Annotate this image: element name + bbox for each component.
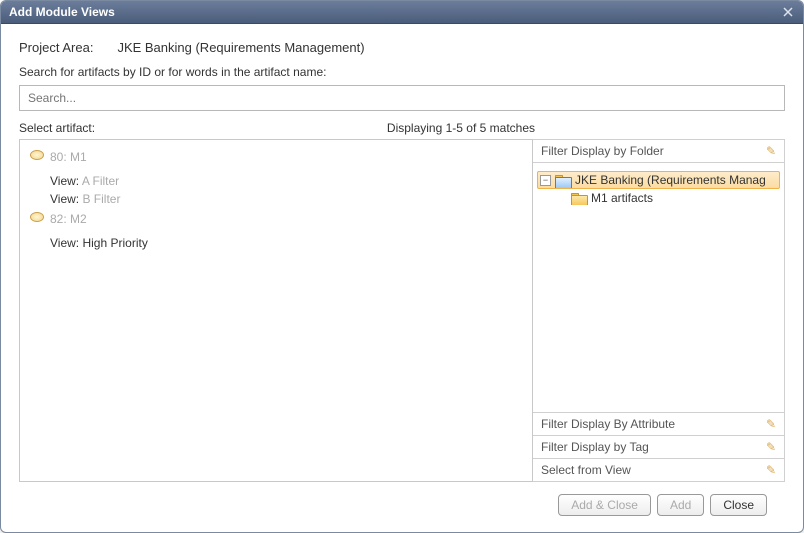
dialog-content: Project Area: JKE Banking (Requirements … — [1, 24, 803, 532]
select-from-view-header[interactable]: Select from View ✎ — [533, 459, 785, 482]
filter-by-folder-header[interactable]: Filter Display by Folder ✎ — [533, 139, 785, 163]
module-icon — [30, 212, 44, 222]
search-label: Search for artifacts by ID or for words … — [19, 65, 785, 79]
pencil-icon[interactable]: ✎ — [766, 463, 776, 477]
tree-node-label: JKE Banking (Requirements Manag — [575, 173, 766, 187]
filter-by-folder-label: Filter Display by Folder — [541, 144, 664, 158]
filter-panel: Filter Display by Folder ✎ − JKE Banking… — [533, 139, 785, 482]
add-button[interactable]: Add — [657, 494, 704, 516]
collapse-icon[interactable]: − — [540, 175, 551, 186]
add-and-close-button[interactable]: Add & Close — [558, 494, 651, 516]
pencil-icon[interactable]: ✎ — [766, 417, 776, 431]
list-header: Select artifact: Displaying 1-5 of 5 mat… — [19, 121, 785, 135]
displaying-label: Displaying 1-5 of 5 matches — [387, 121, 535, 135]
view-item[interactable]: View: A Filter — [50, 172, 528, 190]
folder-tree: − JKE Banking (Requirements Manag M1 art… — [533, 163, 785, 413]
artifact-id: 80: M1 — [50, 148, 87, 166]
dialog-title: Add Module Views — [9, 5, 115, 19]
pencil-icon[interactable]: ✎ — [766, 440, 776, 454]
search-input[interactable] — [19, 85, 785, 111]
button-bar: Add & Close Add Close — [19, 482, 785, 528]
titlebar: Add Module Views — [1, 1, 803, 24]
project-area-value: JKE Banking (Requirements Management) — [117, 40, 364, 55]
view-name: High Priority — [82, 236, 147, 250]
artifact-list[interactable]: 80: M1 View: A Filter View: B Filter 82:… — [19, 139, 533, 482]
artifact-item[interactable]: 82: M2 — [30, 210, 528, 228]
folder-icon — [571, 192, 587, 205]
filter-by-attribute-header[interactable]: Filter Display By Attribute ✎ — [533, 413, 785, 436]
tree-node-child[interactable]: M1 artifacts — [571, 191, 780, 205]
tree-node-label: M1 artifacts — [591, 191, 653, 205]
project-area-row: Project Area: JKE Banking (Requirements … — [19, 40, 785, 55]
filter-by-attribute-label: Filter Display By Attribute — [541, 417, 675, 431]
select-from-view-label: Select from View — [541, 463, 631, 477]
filter-by-tag-label: Filter Display by Tag — [541, 440, 649, 454]
pencil-icon[interactable]: ✎ — [766, 144, 776, 158]
tree-node-root[interactable]: − JKE Banking (Requirements Manag — [537, 171, 780, 189]
filter-by-tag-header[interactable]: Filter Display by Tag ✎ — [533, 436, 785, 459]
view-item[interactable]: View: High Priority — [50, 234, 528, 252]
close-button[interactable]: Close — [710, 494, 767, 516]
view-label: View: — [50, 236, 82, 250]
select-artifact-label: Select artifact: — [19, 121, 95, 135]
project-area-label: Project Area: — [19, 40, 93, 55]
artifact-id: 82: M2 — [50, 210, 87, 228]
view-label: View: — [50, 174, 82, 188]
dialog-add-module-views: Add Module Views Project Area: JKE Banki… — [0, 0, 804, 533]
view-name: B Filter — [82, 192, 120, 206]
module-icon — [30, 150, 44, 160]
view-item[interactable]: View: B Filter — [50, 190, 528, 208]
close-icon[interactable] — [781, 5, 795, 19]
view-label: View: — [50, 192, 82, 206]
panels: 80: M1 View: A Filter View: B Filter 82:… — [19, 139, 785, 482]
artifact-item[interactable]: 80: M1 — [30, 148, 528, 166]
view-name: A Filter — [82, 174, 119, 188]
folder-open-icon — [555, 174, 571, 187]
